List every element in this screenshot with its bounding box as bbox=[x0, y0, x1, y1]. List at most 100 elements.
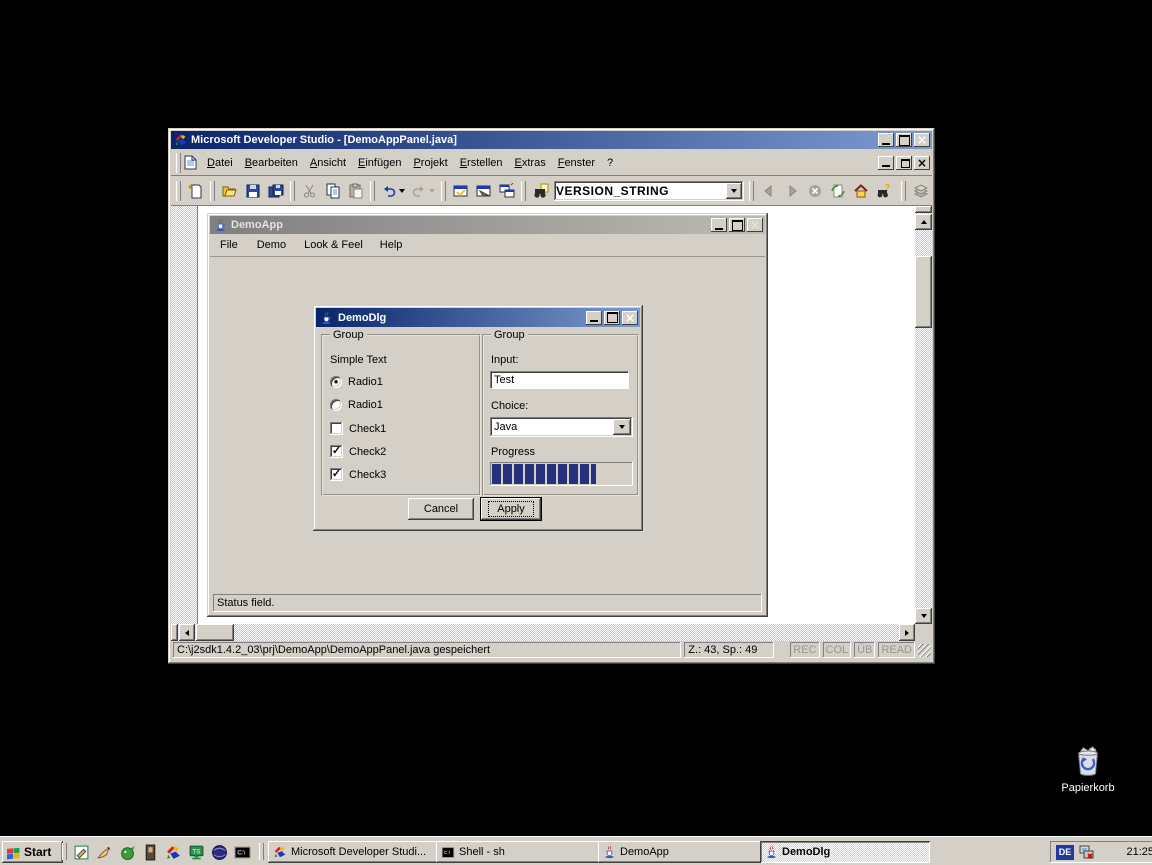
choice-dropdown-button[interactable] bbox=[613, 419, 631, 435]
new-document-button[interactable] bbox=[184, 180, 207, 202]
radio-button-icon[interactable] bbox=[330, 399, 342, 411]
minimize-button[interactable] bbox=[711, 218, 727, 232]
save-all-button[interactable] bbox=[264, 180, 287, 202]
open-button[interactable] bbox=[218, 180, 241, 202]
menubar-grip[interactable] bbox=[176, 153, 181, 173]
maximize-button[interactable] bbox=[729, 218, 745, 232]
choice-combobox[interactable]: Java bbox=[490, 417, 633, 437]
radio-option[interactable]: Radio1 bbox=[330, 399, 383, 411]
apply-button[interactable]: Apply bbox=[481, 498, 541, 520]
quicklaunch-command-prompt-icon[interactable]: C:\ bbox=[232, 842, 253, 862]
quicklaunch-browser-icon[interactable] bbox=[209, 842, 230, 862]
checkbox-option[interactable]: ✓ Check2 bbox=[330, 445, 386, 458]
cancel-button[interactable]: Cancel bbox=[408, 498, 474, 520]
task-button-demoapp[interactable]: DemoApp bbox=[598, 841, 764, 863]
checkbox-icon[interactable]: ✓ bbox=[330, 445, 343, 458]
redo-button[interactable] bbox=[408, 180, 438, 202]
scroll-up-button[interactable] bbox=[915, 214, 932, 230]
scroll-down-button[interactable] bbox=[915, 608, 932, 624]
devstudio-titlebar[interactable]: Microsoft Developer Studio - [DemoAppPan… bbox=[171, 131, 932, 149]
menu-datei[interactable]: Datei bbox=[201, 154, 239, 172]
minimize-button[interactable] bbox=[878, 133, 894, 147]
cut-button[interactable] bbox=[298, 180, 321, 202]
scroll-thumb[interactable] bbox=[915, 256, 932, 328]
vertical-scrollbar[interactable] bbox=[915, 206, 932, 624]
checkbox-option[interactable]: Check1 bbox=[330, 422, 386, 435]
back-button[interactable] bbox=[757, 180, 780, 202]
menu-demo[interactable]: Demo bbox=[257, 237, 286, 253]
menu-extras[interactable]: Extras bbox=[509, 154, 552, 172]
network-status-icon[interactable] bbox=[1079, 845, 1095, 860]
checkbox-option[interactable]: ✓ Check3 bbox=[330, 468, 386, 481]
toolbar-grip[interactable] bbox=[290, 181, 295, 201]
component-gallery-button[interactable] bbox=[909, 180, 932, 202]
menu-file[interactable]: File bbox=[220, 237, 238, 253]
taskbar-grip[interactable] bbox=[62, 843, 67, 860]
minimize-button[interactable] bbox=[586, 311, 602, 325]
quicklaunch-terminal-server-icon[interactable]: TS bbox=[186, 842, 207, 862]
toolbar-grip[interactable] bbox=[441, 181, 446, 201]
forward-button[interactable] bbox=[780, 180, 803, 202]
paste-button[interactable] bbox=[344, 180, 367, 202]
find-combo[interactable]: VERSION_STRING bbox=[554, 181, 744, 201]
workspace-button[interactable] bbox=[449, 180, 472, 202]
task-button-shell[interactable]: C:\ Shell - sh bbox=[436, 841, 602, 863]
menu-erstellen[interactable]: Erstellen bbox=[454, 154, 509, 172]
radio-option[interactable]: ● Radio1 bbox=[330, 376, 383, 388]
toolbar-grip[interactable] bbox=[210, 181, 215, 201]
mdi-restore-button[interactable] bbox=[896, 156, 912, 170]
menu-look-and-feel[interactable]: Look & Feel bbox=[304, 237, 363, 253]
keyboard-layout-indicator[interactable]: DE bbox=[1056, 845, 1074, 860]
checkbox-icon[interactable]: ✓ bbox=[330, 468, 343, 481]
refresh-button[interactable] bbox=[826, 180, 849, 202]
close-button[interactable]: × bbox=[747, 218, 763, 232]
menu-help[interactable]: Help bbox=[380, 237, 403, 253]
radio-button-icon[interactable]: ● bbox=[330, 376, 342, 388]
quicklaunch-pen-icon[interactable] bbox=[94, 842, 115, 862]
document-icon[interactable] bbox=[184, 155, 197, 170]
input-field[interactable] bbox=[490, 371, 629, 389]
mdi-minimize-button[interactable] bbox=[878, 156, 894, 170]
clock[interactable]: 21:25 bbox=[1126, 846, 1152, 858]
task-button-msdev[interactable]: Microsoft Developer Studi... bbox=[268, 841, 440, 863]
copy-button[interactable] bbox=[321, 180, 344, 202]
task-button-demodlg[interactable]: DemoDlg bbox=[760, 841, 930, 863]
demoapp-titlebar[interactable]: DemoApp × bbox=[210, 216, 765, 234]
maximize-button[interactable] bbox=[604, 311, 620, 325]
stop-button[interactable] bbox=[803, 180, 826, 202]
save-button[interactable] bbox=[241, 180, 264, 202]
quicklaunch-dragon-icon[interactable] bbox=[117, 842, 138, 862]
toolbar-grip[interactable] bbox=[176, 181, 181, 201]
menu-fenster[interactable]: Fenster bbox=[552, 154, 601, 172]
recycle-bin-desktop-icon[interactable]: Papierkorb bbox=[1048, 744, 1128, 794]
menu-einfuegen[interactable]: Einfügen bbox=[352, 154, 407, 172]
taskbar-grip[interactable] bbox=[259, 843, 264, 860]
mdi-close-button[interactable]: × bbox=[914, 156, 930, 170]
demodlg-titlebar[interactable]: DemoDlg × bbox=[316, 308, 640, 327]
output-button[interactable] bbox=[472, 180, 495, 202]
maximize-button[interactable] bbox=[896, 133, 912, 147]
checkbox-icon[interactable] bbox=[330, 422, 343, 435]
menu-bearbeiten[interactable]: Bearbeiten bbox=[239, 154, 304, 172]
find-combo-dropdown-button[interactable] bbox=[726, 183, 742, 199]
quicklaunch-editor-icon[interactable] bbox=[71, 842, 92, 862]
quicklaunch-viewer-icon[interactable] bbox=[140, 842, 161, 862]
find-in-files-button[interactable] bbox=[529, 180, 552, 202]
toolbar-grip[interactable] bbox=[521, 181, 526, 201]
close-button[interactable]: × bbox=[914, 133, 930, 147]
toolbar-grip[interactable] bbox=[370, 181, 375, 201]
window-list-button[interactable] bbox=[495, 180, 518, 202]
quicklaunch-msdev-icon[interactable] bbox=[163, 842, 184, 862]
close-button[interactable]: × bbox=[622, 311, 638, 325]
toolbar-grip[interactable] bbox=[901, 181, 906, 201]
menu-help[interactable]: ? bbox=[601, 154, 619, 172]
home-button[interactable] bbox=[849, 180, 872, 202]
resize-grip[interactable] bbox=[918, 644, 931, 657]
undo-button[interactable] bbox=[378, 180, 408, 202]
scrollbar-splitter[interactable] bbox=[915, 206, 932, 213]
menu-ansicht[interactable]: Ansicht bbox=[304, 154, 352, 172]
search-button[interactable]: ? bbox=[872, 180, 895, 202]
menu-projekt[interactable]: Projekt bbox=[407, 154, 453, 172]
toolbar-grip[interactable] bbox=[749, 181, 754, 201]
start-button[interactable]: Start bbox=[2, 841, 63, 863]
